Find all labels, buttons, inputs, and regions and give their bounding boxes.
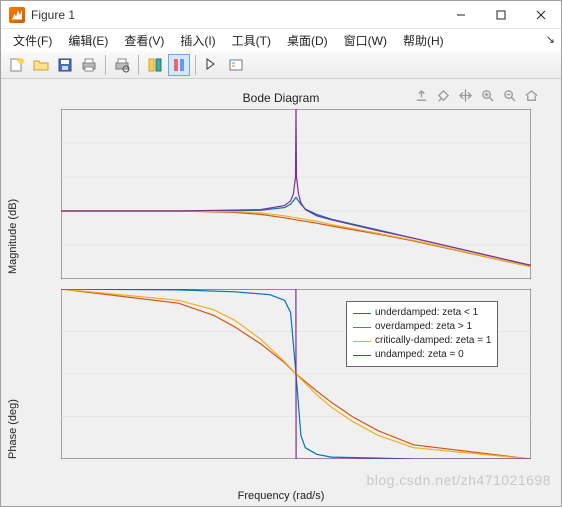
magnitude-plot[interactable]: -100 -50 0 50 100 150	[61, 109, 531, 279]
export-icon[interactable]	[413, 87, 429, 103]
titlebar: Figure 1	[1, 1, 561, 29]
print-preview-button[interactable]	[111, 54, 133, 76]
menu-window[interactable]: 窗口(W)	[336, 30, 395, 51]
legend-swatch-underdamped	[353, 313, 371, 314]
watermark: blog.csdn.net/zh471021698	[366, 472, 551, 488]
legend-label-underdamped: underdamped: zeta < 1	[375, 306, 478, 320]
ylabel-magnitude: Magnitude (dB)	[7, 199, 19, 274]
close-button[interactable]	[521, 1, 561, 29]
legend-swatch-overdamped	[353, 327, 371, 328]
pan-icon[interactable]	[457, 87, 473, 103]
home-icon[interactable]	[523, 87, 539, 103]
menu-insert[interactable]: 插入(I)	[172, 30, 223, 51]
figure-window: Figure 1 文件(F) 编辑(E) 查看(V) 插入(I) 工具(T) 桌…	[0, 0, 562, 507]
menu-tools[interactable]: 工具(T)	[224, 30, 279, 51]
zoom-out-icon[interactable]	[501, 87, 517, 103]
link-plot-button[interactable]	[144, 54, 166, 76]
legend-label-overdamped: overdamped: zeta > 1	[375, 320, 472, 334]
maximize-button[interactable]	[481, 1, 521, 29]
chart-toolstrip	[413, 87, 539, 103]
figure-area: Bode Diagram Magnitude (dB) Phase (deg) …	[1, 79, 561, 506]
menu-desktop[interactable]: 桌面(D)	[279, 30, 336, 51]
insert-colorbar-button[interactable]	[168, 54, 190, 76]
save-button[interactable]	[54, 54, 76, 76]
window-buttons	[441, 1, 561, 29]
brush-icon[interactable]	[435, 87, 451, 103]
matlab-figure-icon	[9, 7, 25, 23]
toolbar	[1, 51, 561, 79]
legend[interactable]: underdamped: zeta < 1 overdamped: zeta >…	[346, 301, 498, 367]
new-figure-button[interactable]	[6, 54, 28, 76]
xlabel: Frequency (rad/s)	[1, 490, 561, 502]
menu-file[interactable]: 文件(F)	[5, 30, 60, 51]
toolbar-divider	[195, 55, 196, 75]
menubar: 文件(F) 编辑(E) 查看(V) 插入(I) 工具(T) 桌面(D) 窗口(W…	[1, 29, 561, 51]
minimize-button[interactable]	[441, 1, 481, 29]
menu-help[interactable]: 帮助(H)	[395, 30, 452, 51]
toolbar-divider	[105, 55, 106, 75]
menu-edit[interactable]: 编辑(E)	[60, 30, 116, 51]
ylabel-phase: Phase (deg)	[7, 399, 19, 459]
zoom-in-icon[interactable]	[479, 87, 495, 103]
toolbar-divider	[138, 55, 139, 75]
menu-view[interactable]: 查看(V)	[116, 30, 172, 51]
edit-plot-button[interactable]	[201, 54, 223, 76]
legend-label-critically-damped: critically-damped: zeta = 1	[375, 334, 491, 348]
legend-swatch-undamped	[353, 355, 371, 356]
print-button[interactable]	[78, 54, 100, 76]
window-title: Figure 1	[31, 8, 441, 22]
legend-label-undamped: undamped: zeta = 0	[375, 348, 464, 362]
insert-legend-button[interactable]	[225, 54, 247, 76]
legend-swatch-critically-damped	[353, 341, 371, 342]
open-button[interactable]	[30, 54, 52, 76]
menu-overflow-icon[interactable]: ↘	[546, 33, 555, 46]
